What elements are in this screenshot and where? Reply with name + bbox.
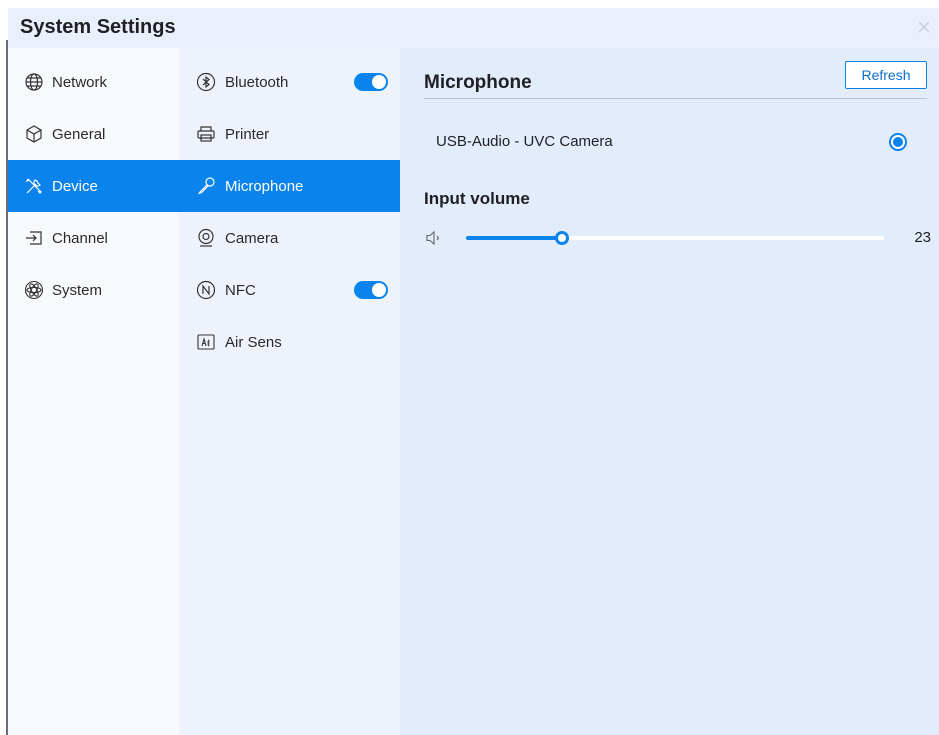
subnav-label: Air Sens xyxy=(225,333,282,351)
nav-item-channel[interactable]: Channel xyxy=(8,212,179,264)
subnav-label: NFC xyxy=(225,281,256,299)
nav-label: Network xyxy=(52,73,108,91)
toggle-knob xyxy=(372,283,386,297)
subnav-label: Bluetooth xyxy=(225,73,289,91)
tools-icon xyxy=(24,176,44,196)
speaker-icon xyxy=(424,228,444,248)
radio-dot xyxy=(893,137,903,147)
device-subnav: Bluetooth Printer Microphone Camera NFC … xyxy=(179,48,400,735)
subnav-label: Printer xyxy=(225,125,270,143)
panel-divider xyxy=(424,98,927,99)
nav-item-general[interactable]: General xyxy=(8,108,179,160)
subnav-item-camera[interactable]: Camera xyxy=(179,212,400,264)
toggle-knob xyxy=(372,75,386,89)
subnav-item-bluetooth[interactable]: Bluetooth xyxy=(179,56,400,108)
panel-title: Microphone xyxy=(424,72,532,93)
subnav-item-printer[interactable]: Printer xyxy=(179,108,400,160)
volume-fill xyxy=(466,236,563,240)
bluetooth-icon xyxy=(196,72,216,92)
nfc-icon xyxy=(196,280,216,300)
device-radio[interactable] xyxy=(889,133,907,151)
nav-label: System xyxy=(52,281,103,299)
subnav-label: Camera xyxy=(225,229,279,247)
input-icon xyxy=(24,228,44,248)
refresh-button[interactable]: Refresh xyxy=(845,61,927,89)
volume-value: 23 xyxy=(914,229,931,246)
window-left-edge xyxy=(0,0,8,735)
volume-slider[interactable] xyxy=(466,231,884,245)
nav-label: Device xyxy=(52,177,98,195)
window-title: System Settings xyxy=(20,16,176,38)
nav-label: General xyxy=(52,125,106,143)
microphone-icon xyxy=(196,176,216,196)
settings-window: System Settings Network General Device C… xyxy=(8,8,939,735)
subnav-item-microphone[interactable]: Microphone xyxy=(179,160,400,212)
category-nav: Network General Device Channel System xyxy=(8,48,179,735)
microphone-panel: Microphone Refresh USB-Audio - UVC Camer… xyxy=(400,48,939,735)
nfc-toggle[interactable] xyxy=(354,281,388,299)
nav-item-network[interactable]: Network xyxy=(8,56,179,108)
title-bar: System Settings xyxy=(8,8,939,48)
air-sensor-icon xyxy=(196,332,216,352)
subnav-item-nfc[interactable]: NFC xyxy=(179,264,400,316)
subnav-item-air-sens[interactable]: Air Sens xyxy=(179,316,400,368)
nav-label: Channel xyxy=(52,229,108,247)
volume-thumb[interactable] xyxy=(555,231,570,245)
close-icon[interactable] xyxy=(915,18,933,36)
cube-icon xyxy=(24,124,44,144)
camera-icon xyxy=(196,228,216,248)
input-volume-label: Input volume xyxy=(424,189,530,208)
globe-icon xyxy=(24,72,44,92)
atom-icon xyxy=(24,280,44,300)
printer-icon xyxy=(196,124,216,144)
subnav-label: Microphone xyxy=(225,177,304,195)
nav-item-device[interactable]: Device xyxy=(8,160,179,212)
bluetooth-toggle[interactable] xyxy=(354,73,388,91)
nav-item-system[interactable]: System xyxy=(8,264,179,316)
device-name: USB-Audio - UVC Camera xyxy=(436,133,613,150)
